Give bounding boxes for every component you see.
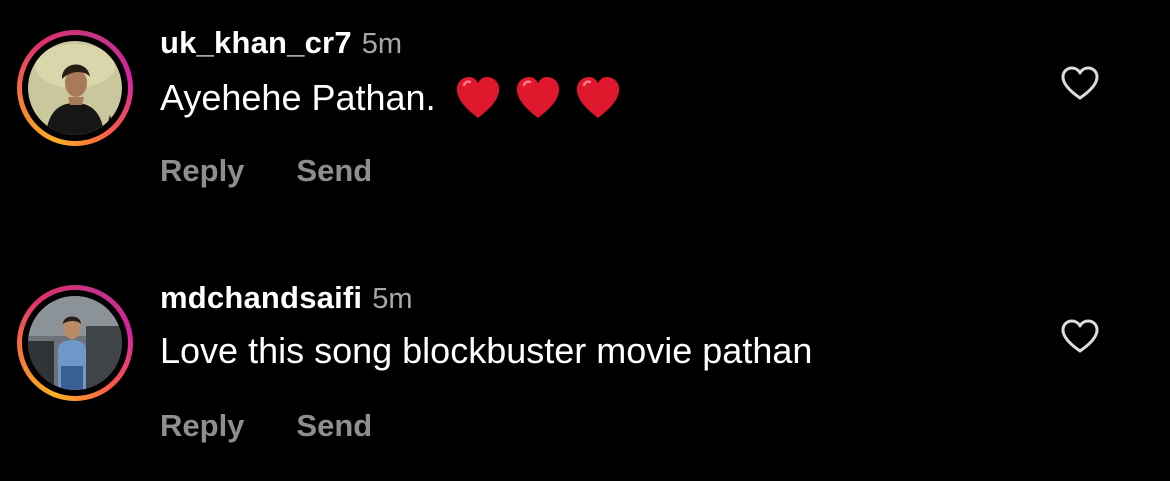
comment-text: Ayehehe Pathan.: [160, 77, 436, 118]
comment-text-row: Ayehehe Pathan.: [160, 75, 622, 121]
avatar-story-ring[interactable]: [17, 30, 133, 146]
avatar-photo-icon: [28, 41, 122, 135]
avatar-ring-gap: [22, 290, 128, 396]
comment-timestamp: 5m: [372, 283, 413, 315]
send-button[interactable]: Send: [296, 408, 372, 444]
comment-text-row: Love this song blockbuster movie pathan: [160, 330, 812, 372]
comment-actions: Reply Send: [160, 153, 372, 189]
reply-button[interactable]: Reply: [160, 408, 244, 444]
heart-outline-icon[interactable]: [1060, 65, 1100, 101]
comment-text: Love this song blockbuster movie pathan: [160, 330, 813, 371]
username-link[interactable]: uk_khan_cr7: [160, 25, 352, 61]
avatar[interactable]: [28, 41, 122, 135]
send-button[interactable]: Send: [296, 153, 372, 189]
username-link[interactable]: mdchandsaifi: [160, 280, 362, 316]
comment-timestamp: 5m: [361, 28, 403, 60]
avatar-story-ring[interactable]: [17, 285, 133, 401]
avatar-ring-gap: [22, 35, 128, 141]
reply-button[interactable]: Reply: [160, 153, 244, 189]
comment-item: uk_khan_cr7 5m Ayehehe Pathan. Reply Sen…: [0, 25, 1170, 225]
heart-outline-icon[interactable]: [1060, 318, 1100, 354]
red-heart-emoji-icon: [456, 77, 499, 118]
comment-header: uk_khan_cr7 5m: [160, 25, 402, 65]
avatar[interactable]: [28, 296, 122, 390]
comment-item: mdchandsaifi 5m Love this song blockbust…: [0, 280, 1170, 480]
avatar-photo-icon: [28, 296, 122, 390]
red-heart-emoji-icon: [516, 77, 559, 118]
comment-actions: Reply Send: [160, 408, 372, 444]
comment-header: mdchandsaifi 5m: [160, 280, 413, 320]
red-heart-emoji-icon: [576, 77, 619, 118]
